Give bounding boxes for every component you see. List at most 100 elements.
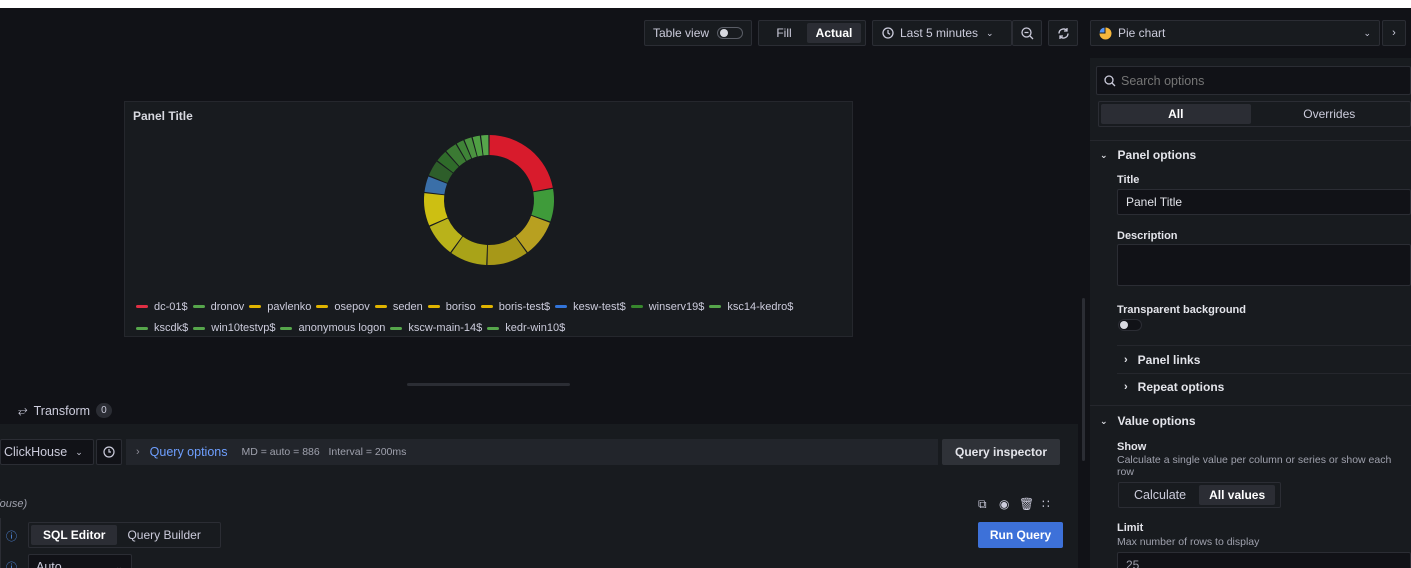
transparent-background-toggle[interactable]	[1118, 319, 1142, 331]
query-row-body-left-border	[0, 518, 1, 568]
tab-all[interactable]: All	[1101, 104, 1251, 124]
search-options-field[interactable]	[1096, 66, 1411, 95]
legend-label: kedr-win10$	[505, 322, 566, 334]
legend-item[interactable]: osepov	[316, 297, 370, 317]
splitter-handle[interactable]	[1082, 298, 1085, 461]
datasource-picker[interactable]: ClickHouse ⌄	[0, 439, 94, 465]
chevron-down-icon: ⌄	[1100, 149, 1108, 160]
info-icon: ⓘ	[6, 562, 17, 568]
chevron-down-icon: ⌄	[1363, 27, 1371, 38]
pie-slice-dc-01-[interactable]	[489, 135, 553, 192]
legend-label: kesw-test$	[573, 300, 626, 313]
legend-item[interactable]: boriso	[427, 297, 476, 317]
query-inspector-label: Query inspector	[954, 445, 1048, 459]
datasource-label: ClickHouse	[4, 445, 68, 459]
legend-label: winserv19$	[648, 300, 705, 313]
query-row-name: (ouse)	[0, 498, 28, 510]
divider	[1117, 373, 1411, 374]
legend-item[interactable]: winserv19$	[630, 297, 705, 317]
trash-icon[interactable]: 🗑	[1019, 497, 1034, 511]
chevron-right-icon: ›	[136, 446, 140, 458]
datasource-help-button[interactable]	[96, 439, 122, 465]
tab-calculate[interactable]: Calculate	[1121, 488, 1199, 502]
options-pane: All Overrides ⌄ Panel options Title Pane…	[1090, 58, 1411, 568]
zoom-out-button[interactable]	[1012, 20, 1042, 46]
pie-chart-icon	[1099, 27, 1112, 39]
legend-label: dc-01$	[154, 300, 188, 313]
legend-item[interactable]: kedr-win10$	[487, 318, 565, 338]
panel: Panel Title dc-01$ dronov pavlenko osepov se…	[124, 101, 853, 337]
limit-label: Limit	[1117, 522, 1144, 534]
fill-button[interactable]: Fill	[761, 26, 807, 40]
table-view-toggle[interactable]: Table view	[644, 20, 752, 46]
chevron-down-icon: ⌄	[986, 27, 994, 38]
toggle-visibility-icon[interactable]: ◉	[999, 497, 1009, 511]
help-icon	[103, 446, 115, 458]
options-tabs: All Overrides	[1098, 101, 1411, 127]
legend-swatch	[193, 326, 206, 330]
legend-item[interactable]: pavlenko	[249, 297, 311, 317]
panel-options-header[interactable]: ⌄ Panel options	[1100, 148, 1196, 162]
legend-item[interactable]: dc-01$	[136, 297, 188, 317]
legend-label: seden	[392, 300, 423, 313]
query-editor-area: ClickHouse ⌄ › Query options MD = auto =…	[0, 424, 1078, 568]
legend-item[interactable]: seden	[374, 297, 423, 317]
query-header-bar: ClickHouse ⌄ › Query options MD = auto =…	[0, 438, 1070, 466]
info-icon: ⓘ	[6, 531, 17, 543]
run-query-button[interactable]: Run Query	[978, 522, 1063, 548]
panel-resize-handle[interactable]	[407, 383, 570, 386]
legend-item[interactable]: kscw-main-14$	[390, 318, 482, 338]
legend-swatch	[374, 305, 387, 308]
legend-swatch	[136, 305, 148, 308]
pie-slice-dronov[interactable]	[531, 188, 554, 222]
search-input[interactable]	[1121, 73, 1401, 88]
legend-swatch	[555, 305, 568, 308]
limit-input-value: 25	[1126, 558, 1140, 568]
query-inspector-button[interactable]: Query inspector	[942, 439, 1060, 465]
toggle-switch[interactable]	[717, 27, 744, 39]
legend-swatch	[427, 305, 440, 308]
legend-item[interactable]: win10testvp$	[193, 318, 275, 338]
visualization-picker[interactable]: Pie chart ⌄	[1090, 20, 1380, 46]
description-textarea[interactable]	[1117, 244, 1411, 286]
legend-label: dronov	[210, 300, 245, 313]
legend-label: win10testvp$	[211, 322, 276, 334]
panel-links-header[interactable]: › Panel links	[1124, 353, 1200, 367]
actual-button[interactable]: Actual	[807, 23, 861, 43]
tab-sql-editor[interactable]: SQL Editor	[31, 525, 118, 545]
collapse-options-button[interactable]: ›	[1382, 20, 1406, 46]
transparent-background-label: Transparent background	[1117, 304, 1246, 316]
time-range-picker[interactable]: Last 5 minutes ⌄	[872, 20, 1012, 46]
show-description: Calculate a single value per column or s…	[1117, 454, 1392, 478]
refresh-button[interactable]	[1048, 20, 1078, 46]
pie-slice-kedr-win10-[interactable]	[481, 135, 489, 156]
format-select[interactable]: Auto ⌄	[28, 554, 132, 568]
legend-item[interactable]: kscdk$	[136, 318, 188, 338]
query-options-bar[interactable]: › Query options MD = auto = 886 Interval…	[126, 439, 938, 465]
legend-swatch	[630, 305, 643, 308]
legend-item[interactable]: boris-test$	[480, 297, 550, 317]
divider	[1090, 140, 1411, 141]
drag-handle-icon[interactable]: ∷	[1042, 497, 1050, 511]
duplicate-query-icon[interactable]: ⧉	[978, 497, 987, 512]
chart-legend: dc-01$ dronov pavlenko osepov seden boriso bor…	[136, 295, 846, 338]
legend-item[interactable]: kesw-test$	[555, 297, 626, 317]
tab-all-values[interactable]: All values	[1199, 485, 1276, 505]
value-options-header[interactable]: ⌄ Value options	[1100, 414, 1196, 428]
legend-label: kscw-main-14$	[408, 322, 483, 334]
title-input[interactable]: Panel Title	[1117, 189, 1411, 215]
legend-swatch	[390, 326, 403, 330]
legend-swatch	[480, 305, 493, 308]
legend-item[interactable]: ksc14-kedro$	[709, 297, 793, 317]
legend-item[interactable]: anonymous logon	[280, 318, 385, 338]
chevron-right-icon: ›	[1392, 27, 1396, 39]
tab-query-builder[interactable]: Query Builder	[117, 528, 210, 542]
limit-description: Max number of rows to display	[1117, 536, 1260, 548]
transform-tab[interactable]: ⥂ Transform 0	[18, 403, 112, 418]
legend-item[interactable]: dronov	[192, 297, 245, 317]
repeat-options-header[interactable]: › Repeat options	[1124, 380, 1224, 394]
tab-overrides[interactable]: Overrides	[1251, 104, 1408, 124]
run-query-label: Run Query	[989, 528, 1052, 542]
limit-input[interactable]: 25	[1117, 552, 1411, 568]
legend-swatch	[709, 305, 722, 308]
